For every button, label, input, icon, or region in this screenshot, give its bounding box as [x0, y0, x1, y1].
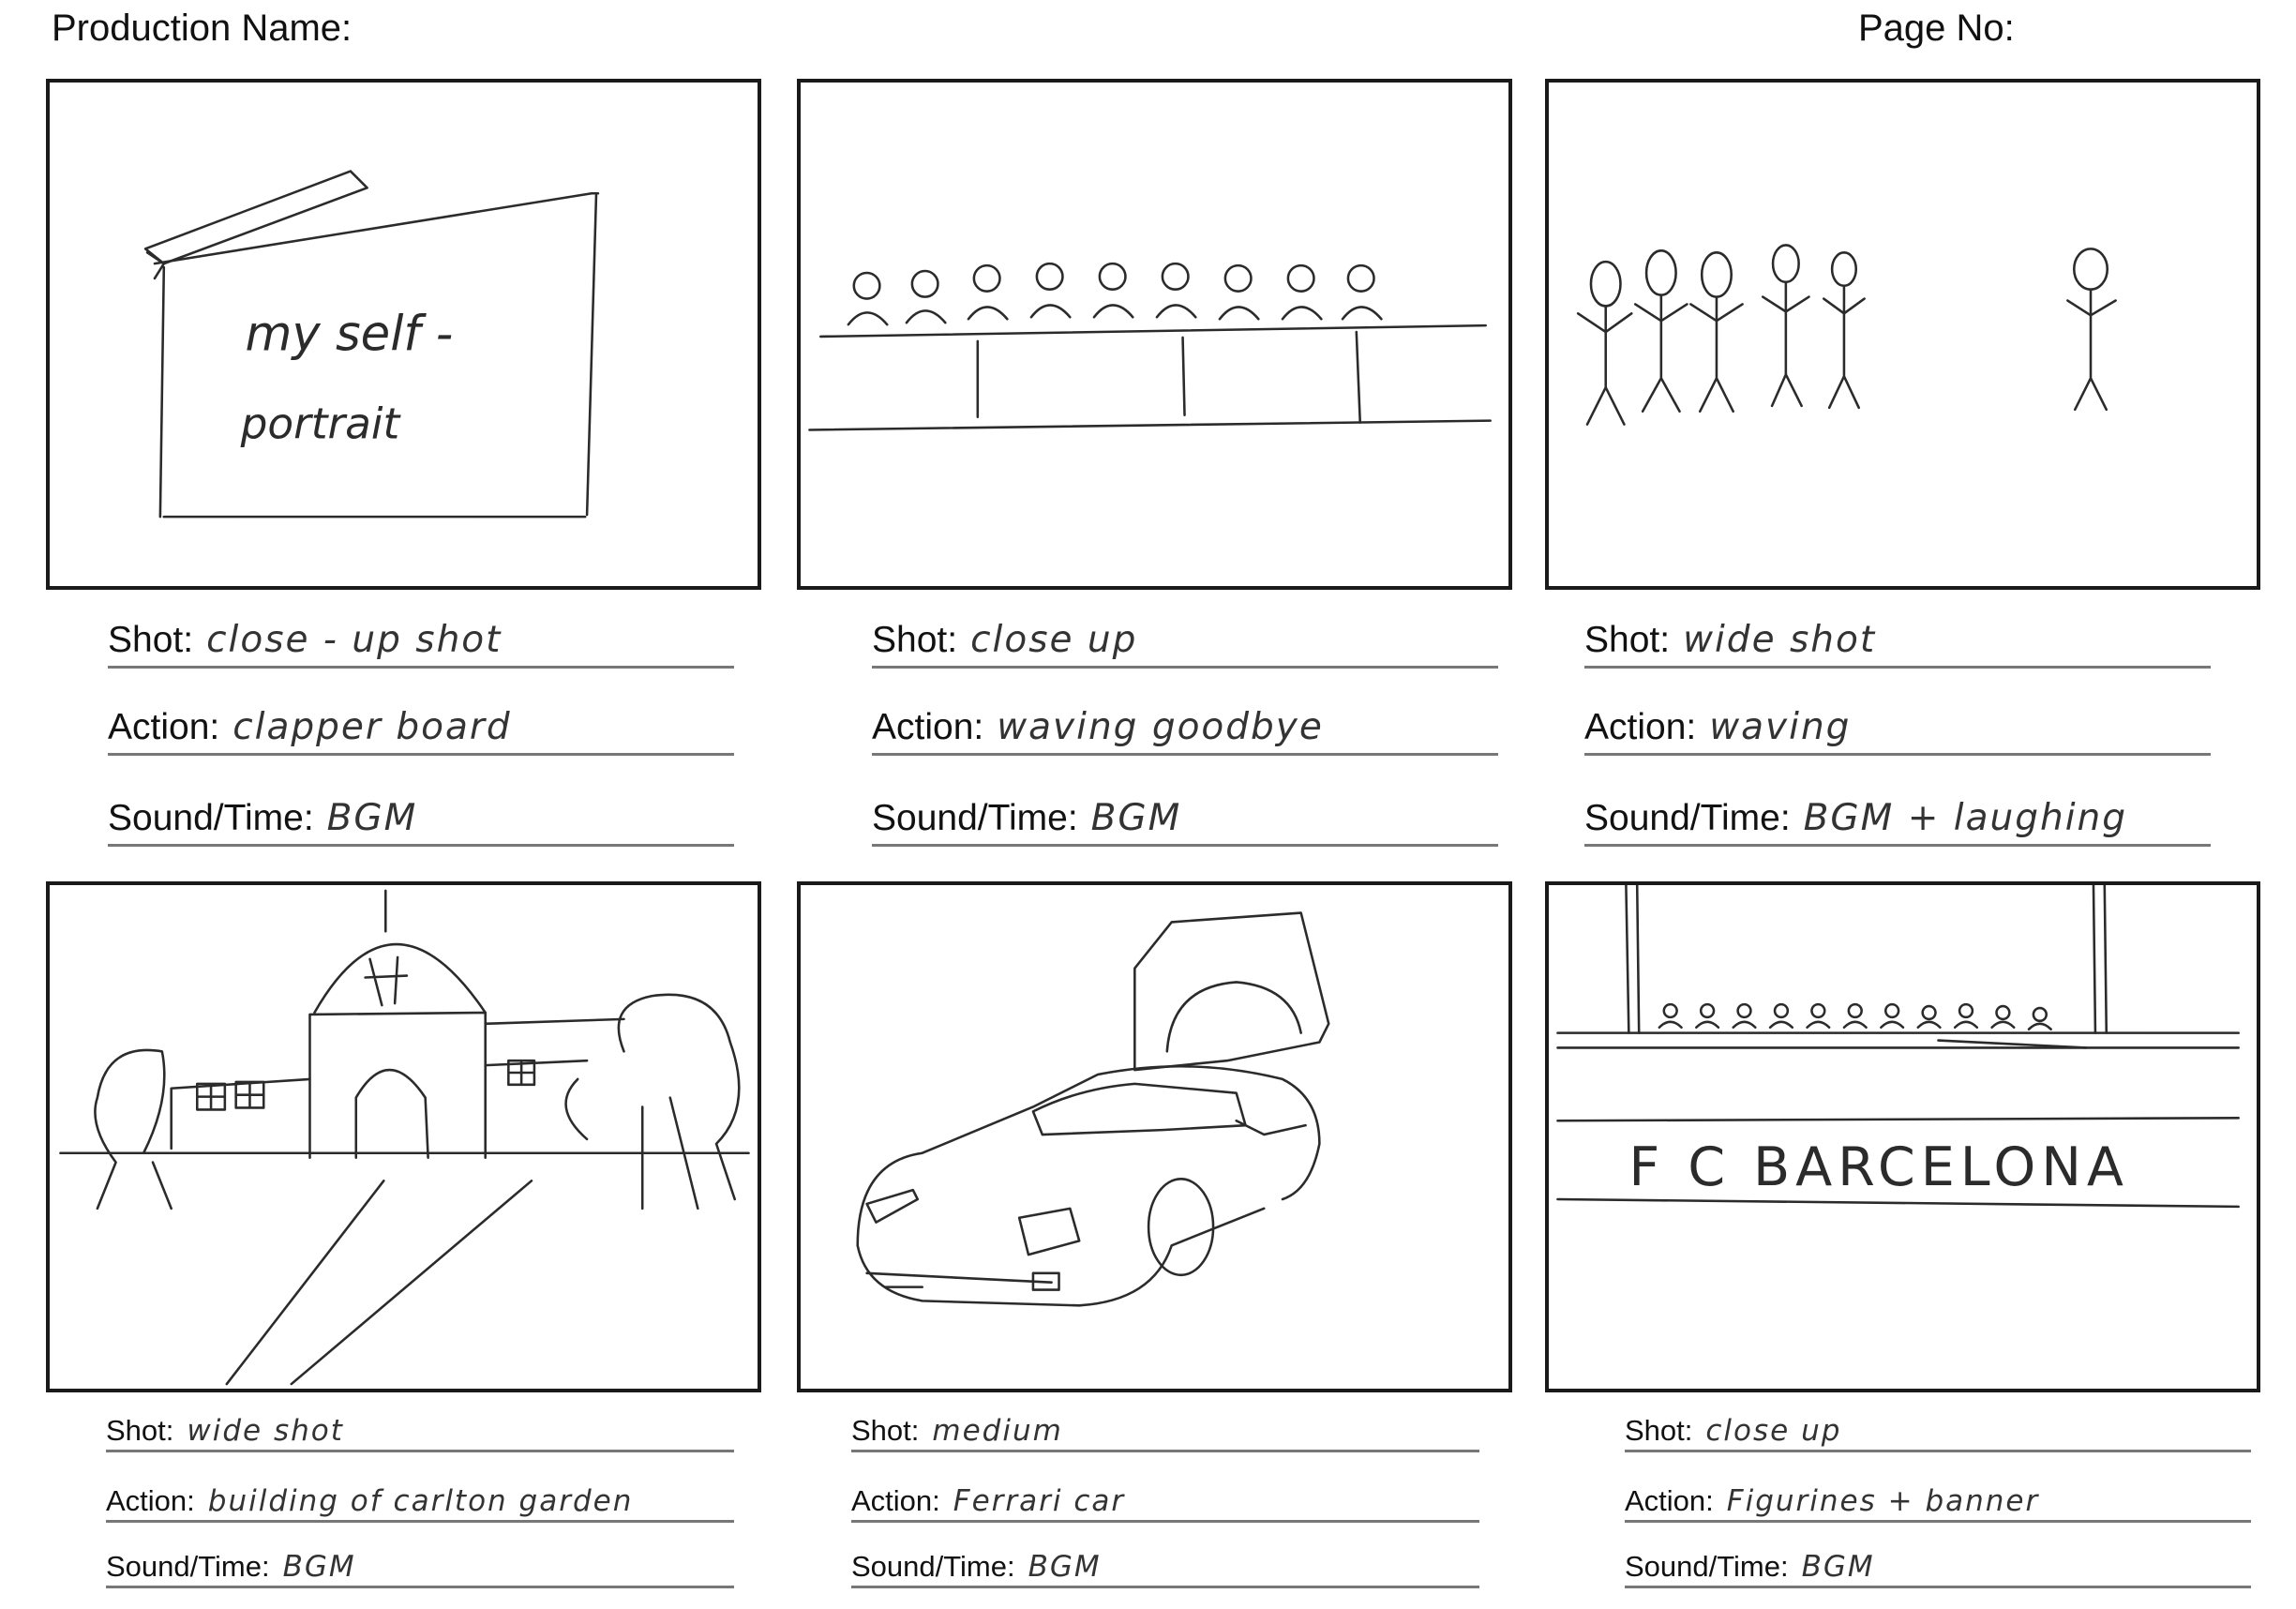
action-field-3[interactable]: Action: waving: [1584, 701, 2211, 756]
shot-value: close up: [970, 619, 1138, 661]
sound-label: Sound/Time:: [1584, 798, 1791, 838]
storyboard-frame-6: F C BARCELONA: [1545, 881, 2260, 1392]
banner-text: F C BARCELONA: [1628, 1136, 2129, 1198]
action-field-5[interactable]: Action: Ferrari car: [851, 1478, 1479, 1523]
shot-label: Shot:: [872, 620, 958, 660]
page-number-label: Page No:: [1858, 8, 2015, 49]
shot-value: close up: [1705, 1414, 1842, 1448]
action-label: Action:: [108, 707, 220, 747]
shot-field-6[interactable]: Shot: close up: [1625, 1407, 2251, 1452]
sound-value: BGM: [282, 1550, 356, 1584]
sound-field-3[interactable]: Sound/Time: BGM + laughing: [1584, 792, 2211, 847]
action-label: Action:: [1625, 1484, 1714, 1517]
storyboard-frame-4: [46, 881, 761, 1392]
sound-field-5[interactable]: Sound/Time: BGM: [851, 1543, 1479, 1588]
sound-field-4[interactable]: Sound/Time: BGM: [106, 1543, 734, 1588]
action-value: waving: [1709, 706, 1852, 748]
action-value: clapper board: [233, 706, 512, 748]
clapper-board-sketch: my self - portrait: [143, 170, 600, 519]
sound-label: Sound/Time:: [851, 1550, 1015, 1583]
shot-value: wide shot: [1683, 619, 1877, 661]
production-name-label: Production Name:: [52, 8, 353, 49]
sound-value: BGM: [1090, 797, 1182, 839]
sound-label: Sound/Time:: [108, 798, 314, 838]
sound-field-6[interactable]: Sound/Time: BGM: [1625, 1543, 2251, 1588]
action-value: Ferrari car: [953, 1484, 1126, 1518]
shot-field-4[interactable]: Shot: wide shot: [106, 1407, 734, 1452]
storyboard-frame-1: my self - portrait: [46, 79, 761, 590]
shot-label: Shot:: [1584, 620, 1671, 660]
action-label: Action:: [872, 707, 984, 747]
storyboard-frame-3: [1545, 79, 2260, 590]
sound-label: Sound/Time:: [1625, 1550, 1789, 1583]
storyboard-frame-2: [797, 79, 1512, 590]
sound-value: BGM: [1801, 1550, 1875, 1584]
sound-field-2[interactable]: Sound/Time: BGM: [872, 792, 1498, 847]
action-value: waving goodbye: [997, 706, 1324, 748]
stick-figures-sketch: [1576, 244, 2117, 426]
shot-field-3[interactable]: Shot: wide shot: [1584, 614, 2211, 669]
action-value: building of carlton garden: [207, 1484, 634, 1518]
shot-label: Shot:: [851, 1414, 920, 1447]
sound-value: BGM: [1028, 1550, 1102, 1584]
storyboard-frame-5: [797, 881, 1512, 1392]
shot-value: wide shot: [187, 1414, 344, 1448]
action-label: Action:: [851, 1484, 940, 1517]
stadium-banner-sketch: F C BARCELONA: [1556, 885, 2240, 1209]
action-field-1[interactable]: Action: clapper board: [108, 701, 734, 756]
sound-label: Sound/Time:: [872, 798, 1078, 838]
action-field-6[interactable]: Action: Figurines + banner: [1625, 1478, 2251, 1523]
sound-label: Sound/Time:: [106, 1550, 270, 1583]
building-sketch: [59, 889, 750, 1386]
sound-value: BGM: [326, 797, 418, 839]
sound-value: BGM + laughing: [1803, 797, 2128, 839]
shot-label: Shot:: [106, 1414, 174, 1447]
action-label: Action:: [1584, 707, 1697, 747]
ferrari-car-sketch: [856, 911, 1330, 1307]
shot-field-5[interactable]: Shot: medium: [851, 1407, 1479, 1452]
action-field-4[interactable]: Action: building of carlton garden: [106, 1478, 734, 1523]
shot-value: medium: [932, 1414, 1063, 1448]
action-label: Action:: [106, 1484, 195, 1517]
shot-value: close - up shot: [206, 619, 503, 661]
action-field-2[interactable]: Action: waving goodbye: [872, 701, 1498, 756]
sketch-text-line-1: my self -: [246, 307, 454, 363]
crowd-behind-rail-sketch: [808, 262, 1492, 431]
shot-label: Shot:: [108, 620, 194, 660]
shot-field-2[interactable]: Shot: close up: [872, 614, 1498, 669]
shot-label: Shot:: [1625, 1414, 1693, 1447]
action-value: Figurines + banner: [1726, 1484, 2040, 1518]
sound-field-1[interactable]: Sound/Time: BGM: [108, 792, 734, 847]
sketch-text-line-2: portrait: [240, 398, 402, 448]
shot-field-1[interactable]: Shot: close - up shot: [108, 614, 734, 669]
